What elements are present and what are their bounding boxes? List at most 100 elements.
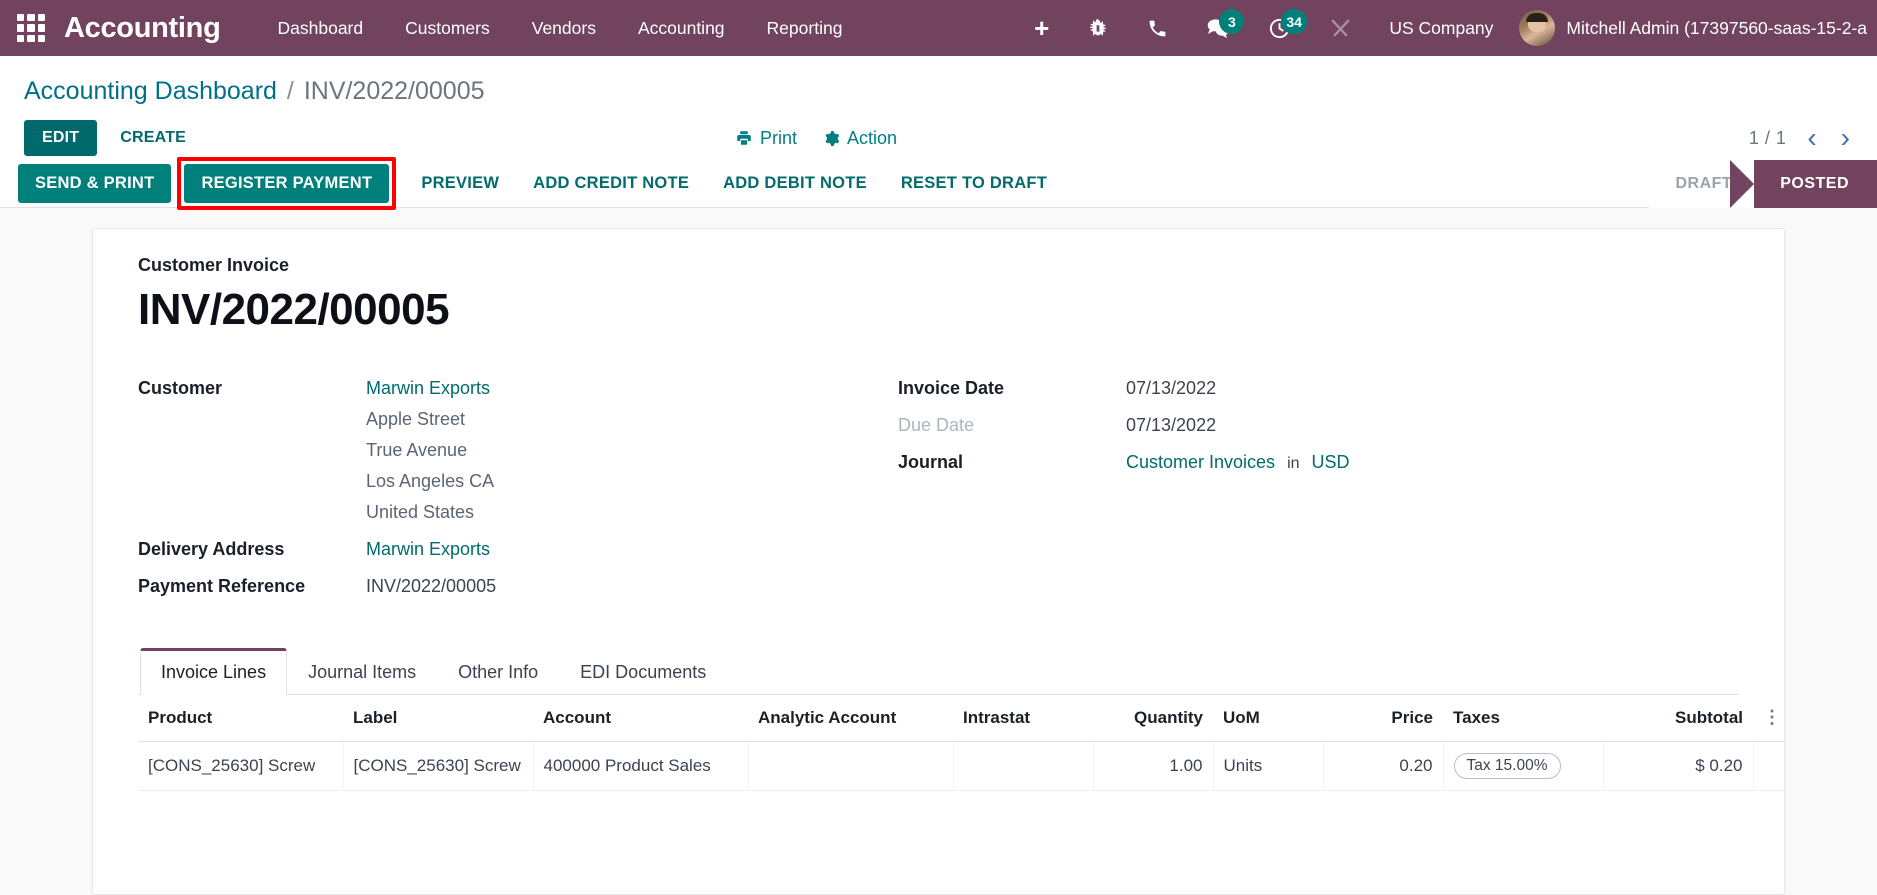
company-selector[interactable]: US Company — [1371, 18, 1511, 39]
add-credit-note-button[interactable]: ADD CREDIT NOTE — [516, 164, 706, 202]
cell-intrastat[interactable] — [952, 741, 1093, 791]
cell-quantity[interactable]: 1.00 — [1092, 741, 1213, 791]
customer-label: Customer — [138, 378, 223, 398]
cell-analytic-account[interactable] — [747, 741, 953, 791]
cell-uom[interactable]: Units — [1212, 741, 1323, 791]
column-header-taxes: Taxes — [1443, 695, 1603, 742]
printer-icon — [735, 129, 753, 147]
breadcrumb: Accounting Dashboard / INV/2022/00005 — [0, 56, 1877, 108]
activities-clock-icon[interactable]: 34 — [1249, 0, 1310, 56]
edit-button[interactable]: EDIT — [24, 120, 98, 156]
table-header-row: Product Label Account Analytic Account I… — [138, 695, 1784, 742]
customer-name-link[interactable]: Marwin Exports — [366, 373, 494, 404]
cell-account[interactable]: 400000 Product Sales — [532, 741, 748, 791]
tab-journal-items[interactable]: Journal Items — [287, 648, 437, 695]
journal-value-block: Customer Invoices in USD — [1126, 447, 1350, 478]
menu-item-customers[interactable]: Customers — [384, 0, 511, 56]
payment-reference-value[interactable]: INV/2022/00005 — [366, 571, 496, 602]
gear-icon — [823, 130, 840, 147]
add-debit-note-button[interactable]: ADD DEBIT NOTE — [706, 164, 884, 202]
apps-grid-icon[interactable] — [14, 11, 48, 45]
column-header-price: Price — [1323, 695, 1443, 742]
bug-icon[interactable] — [1068, 0, 1128, 56]
tools-icon[interactable] — [1310, 0, 1371, 56]
invoice-fields: Customer Marwin Exports Apple Street Tru… — [138, 373, 1739, 608]
register-payment-highlight: REGISTER PAYMENT — [177, 157, 397, 210]
invoice-date-label: Invoice Date — [898, 378, 1005, 398]
user-menu[interactable]: Mitchell Admin (17397560-saas-15-2-a — [1511, 10, 1877, 46]
print-label: Print — [760, 127, 798, 148]
new-record-plus-icon[interactable]: + — [1015, 0, 1068, 56]
phone-icon[interactable] — [1128, 0, 1187, 56]
tab-invoice-lines[interactable]: Invoice Lines — [140, 648, 288, 695]
control-panel-actions: EDIT CREATE Print Action 1 / 1 ‹ › — [0, 108, 1877, 160]
field-customer: Customer Marwin Exports Apple Street Tru… — [138, 373, 898, 528]
menu-item-vendors[interactable]: Vendors — [511, 0, 617, 56]
customer-address-line-1: Apple Street — [366, 409, 466, 429]
pager-next-button[interactable]: › — [1838, 124, 1853, 152]
menu-item-dashboard[interactable]: Dashboard — [257, 0, 385, 56]
journal-in-label: in — [1287, 455, 1300, 472]
column-header-uom: UoM — [1213, 695, 1323, 742]
breadcrumb-root-link[interactable]: Accounting Dashboard — [24, 77, 277, 105]
stage-posted[interactable]: POSTED — [1730, 159, 1877, 208]
due-date-value[interactable]: 07/13/2022 — [1126, 410, 1216, 441]
journal-label: Journal — [898, 452, 964, 472]
main-menu: Dashboard Customers Vendors Accounting R… — [257, 0, 864, 56]
field-invoice-date: Invoice Date 07/13/2022 — [898, 373, 1739, 404]
record-statusbar: SEND & PRINT REGISTER PAYMENT PREVIEW AD… — [0, 157, 1877, 210]
page-title: INV/2022/00005 — [138, 285, 450, 334]
navbar-right-tools: + 3 34 US Company Mitchell Admin (173975… — [1015, 0, 1877, 56]
document-type-label: Customer Invoice — [138, 255, 290, 275]
top-navbar: Accounting Dashboard Customers Vendors A… — [0, 0, 1877, 56]
avatar — [1519, 10, 1556, 46]
tab-other-info[interactable]: Other Info — [437, 648, 559, 695]
field-due-date: Due Date 07/13/2022 — [898, 410, 1739, 441]
register-payment-button[interactable]: REGISTER PAYMENT — [184, 164, 390, 203]
print-dropdown[interactable]: Print — [735, 128, 797, 149]
stage-indicator: DRAFT POSTED — [1649, 159, 1877, 208]
status-badge: Tax 15.00% — [1453, 753, 1561, 779]
invoice-date-value[interactable]: 07/13/2022 — [1126, 373, 1216, 404]
cell-subtotal: $ 0.20 — [1602, 741, 1753, 791]
breadcrumb-separator: / — [286, 77, 294, 105]
journal-link[interactable]: Customer Invoices — [1126, 447, 1275, 478]
cell-taxes[interactable]: Tax 15.00% — [1442, 741, 1603, 791]
cell-label[interactable]: [CONS_25630] Screw — [342, 741, 533, 791]
pager: 1 / 1 ‹ › — [1749, 124, 1853, 152]
invoice-fields-left: Customer Marwin Exports Apple Street Tru… — [138, 373, 898, 608]
delivery-address-label: Delivery Address — [138, 539, 285, 559]
menu-item-accounting[interactable]: Accounting — [617, 0, 746, 56]
table-row[interactable]: [CONS_25630] Screw [CONS_25630] Screw 40… — [138, 741, 1784, 791]
customer-address-line-2: True Avenue — [366, 440, 468, 460]
send-and-print-button[interactable]: SEND & PRINT — [18, 164, 172, 203]
payment-reference-label: Payment Reference — [138, 576, 306, 596]
due-date-label: Due Date — [898, 415, 975, 435]
column-header-intrastat: Intrastat — [953, 695, 1093, 742]
messages-icon[interactable]: 3 — [1187, 0, 1249, 56]
cell-product[interactable]: [CONS_25630] Screw — [138, 741, 343, 791]
pager-value: 1 / 1 — [1748, 127, 1787, 148]
cell-price[interactable]: 0.20 — [1322, 741, 1443, 791]
field-payment-reference: Payment Reference INV/2022/00005 — [138, 571, 898, 602]
customer-address-line-3: Los Angeles CA — [366, 471, 495, 491]
cell-row-options — [1752, 741, 1784, 791]
currency-link[interactable]: USD — [1312, 447, 1350, 478]
pager-previous-button[interactable]: ‹ — [1804, 124, 1819, 152]
tab-edi-documents[interactable]: EDI Documents — [559, 648, 727, 695]
create-button[interactable]: CREATE — [105, 120, 201, 156]
action-dropdown[interactable]: Action — [823, 128, 897, 149]
reset-to-draft-button[interactable]: RESET TO DRAFT — [884, 164, 1064, 202]
action-label: Action — [847, 127, 898, 148]
control-panel: Accounting Dashboard / INV/2022/00005 ED… — [0, 56, 1877, 160]
control-panel-dropdowns: Print Action — [735, 128, 897, 149]
messages-badge: 3 — [1219, 9, 1245, 34]
field-delivery-address: Delivery Address Marwin Exports — [138, 534, 898, 565]
optional-columns-button[interactable]: ⋮ — [1753, 695, 1784, 742]
delivery-address-link[interactable]: Marwin Exports — [366, 534, 490, 565]
customer-value-block: Marwin Exports Apple Street True Avenue … — [366, 373, 494, 528]
menu-item-reporting[interactable]: Reporting — [746, 0, 864, 56]
plus-glyph: + — [1034, 13, 1050, 43]
preview-button[interactable]: PREVIEW — [404, 164, 516, 202]
app-brand-accounting[interactable]: Accounting — [64, 12, 221, 45]
